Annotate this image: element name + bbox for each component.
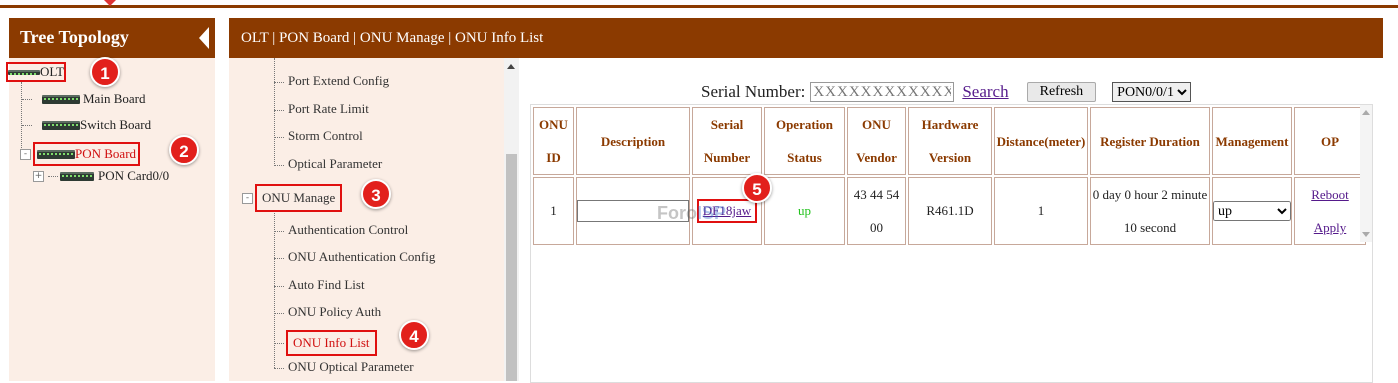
serial-number-link[interactable]: DF18jaw	[703, 203, 751, 218]
board-device-icon	[37, 149, 75, 159]
tree-node-main-board[interactable]: Main Board	[22, 91, 145, 107]
col-description: Description	[576, 107, 690, 175]
menu-item-port-extend-config[interactable]: Port Extend Config	[274, 73, 389, 89]
olt-device-icon	[8, 69, 40, 75]
tree-node-pon-board[interactable]: PON Board	[32, 142, 141, 166]
tree-node-pon-board-label: PON Board	[75, 146, 137, 161]
step-badge-3: 3	[361, 179, 391, 209]
collapse-toggle-icon[interactable]: -	[20, 148, 31, 160]
menu-item-authentication-control[interactable]: Authentication Control	[274, 222, 408, 238]
col-distance: Distance(meter)	[994, 107, 1088, 175]
menu-item-onu-optical-parameter[interactable]: ONU Optical Parameter	[274, 359, 414, 375]
tree-connector	[48, 175, 58, 177]
col-register-duration: Register Duration	[1090, 107, 1210, 175]
serial-number-input[interactable]	[810, 82, 955, 102]
scroll-up-icon[interactable]	[1362, 110, 1370, 115]
pon-port-select[interactable]: PON0/0/1	[1112, 82, 1192, 102]
cell-distance: 1	[994, 177, 1088, 245]
collapse-toggle-icon[interactable]: -	[242, 192, 253, 204]
col-serial-number: Serial Number	[692, 107, 762, 175]
step-badge-2: 2	[169, 135, 199, 165]
menu-group-onu-manage[interactable]: - ONU Manage	[242, 184, 343, 212]
apply-link[interactable]: Apply	[1295, 211, 1365, 244]
search-link[interactable]: Search	[962, 82, 1008, 102]
cell-register-duration: 0 day 0 hour 2 minute 10 second	[1090, 177, 1210, 245]
collapse-left-icon[interactable]	[199, 27, 209, 49]
search-bar: Serial Number: Search Refresh PON0/0/1	[701, 82, 1192, 102]
board-device-icon	[42, 94, 80, 104]
menu-scrollbar[interactable]	[504, 58, 519, 381]
cell-hardware-version: R461.1D	[908, 177, 992, 245]
menu-item-optical-parameter[interactable]: Optical Parameter	[274, 156, 382, 172]
col-onu-id: ONU ID	[533, 107, 574, 175]
menu-group-onu-manage-label[interactable]: ONU Manage	[254, 184, 343, 212]
menu-item-onu-info-list[interactable]: ONU Info List	[274, 330, 377, 356]
menu-panel: Port Extend Config Port Rate Limit Storm…	[229, 58, 519, 381]
tree-connector	[22, 98, 32, 100]
tree-connector	[22, 124, 32, 126]
menu-item-storm-control[interactable]: Storm Control	[274, 128, 363, 144]
step-badge-4: 4	[399, 320, 429, 350]
reboot-link[interactable]: Reboot	[1295, 178, 1365, 211]
onu-info-table: ONU ID Description Serial Number Operation…	[531, 105, 1368, 247]
col-hardware-version: Hardware Version	[908, 107, 992, 175]
cell-description	[576, 177, 690, 245]
tree-title: Tree Topology	[20, 27, 129, 47]
tree-node-olt-label: OLT	[40, 64, 65, 79]
board-device-icon	[42, 120, 80, 130]
management-select[interactable]: up	[1213, 201, 1291, 221]
breadcrumb: OLT | PON Board | ONU Manage | ONU Info …	[241, 30, 544, 46]
cell-op: Reboot Apply	[1294, 177, 1366, 245]
tree-node-pon-board-row[interactable]: - PON Board	[20, 142, 141, 166]
cell-management: up	[1212, 177, 1292, 245]
col-op: OP	[1294, 107, 1366, 175]
cell-onu-id: 1	[533, 177, 574, 245]
tree-header: Tree Topology	[9, 18, 215, 58]
step-badge-1: 1	[90, 57, 120, 87]
tree-node-olt[interactable]: OLT	[5, 62, 67, 82]
main-header: OLT | PON Board | ONU Manage | ONU Info …	[229, 18, 1383, 58]
expand-toggle-icon[interactable]: +	[33, 170, 44, 182]
table-scrollbar[interactable]	[1360, 105, 1372, 242]
content-area: Serial Number: Search Refresh PON0/0/1 O…	[519, 58, 1383, 383]
scroll-thumb[interactable]	[506, 154, 517, 381]
col-operation-status: Operation Status	[764, 107, 845, 175]
table-header-row: ONU ID Description Serial Number Operation…	[533, 107, 1366, 175]
menu-item-port-rate-limit[interactable]: Port Rate Limit	[274, 101, 369, 117]
table-row: 1 DF18jaw up 43 44 54 00 R461.1D 1 0 day …	[533, 177, 1366, 245]
menu-item-onu-info-list-label[interactable]: ONU Info List	[286, 330, 377, 356]
col-management: Management	[1212, 107, 1292, 175]
cell-onu-vendor: 43 44 54 00	[847, 177, 906, 245]
top-divider	[0, 5, 1398, 8]
serial-number-label: Serial Number:	[701, 82, 806, 101]
scroll-down-icon[interactable]	[1362, 232, 1370, 237]
menu-item-auto-find-list[interactable]: Auto Find List	[274, 277, 365, 293]
menu-item-onu-authentication-config[interactable]: ONU Authentication Config	[274, 249, 435, 265]
menu-item-onu-policy-auth[interactable]: ONU Policy Auth	[274, 304, 381, 320]
cell-operation-status: up	[764, 177, 845, 245]
col-onu-vendor: ONU Vendor	[847, 107, 906, 175]
onu-table-container: ONU ID Description Serial Number Operation…	[530, 104, 1373, 383]
tree-node-pon-card[interactable]: + PON Card0/0	[33, 168, 169, 184]
step-badge-5: 5	[742, 173, 772, 203]
tree-node-switch-board[interactable]: Switch Board	[22, 117, 151, 133]
top-marker-icon	[104, 0, 116, 6]
card-device-icon	[60, 171, 94, 181]
tree-node-main-board-label: Main Board	[83, 91, 146, 106]
tree-node-switch-board-label: Switch Board	[80, 117, 152, 132]
scroll-up-icon[interactable]	[507, 64, 515, 69]
refresh-button[interactable]: Refresh	[1026, 82, 1097, 102]
description-input[interactable]	[577, 200, 689, 222]
tree-node-pon-card-label: PON Card0/0	[98, 168, 170, 183]
